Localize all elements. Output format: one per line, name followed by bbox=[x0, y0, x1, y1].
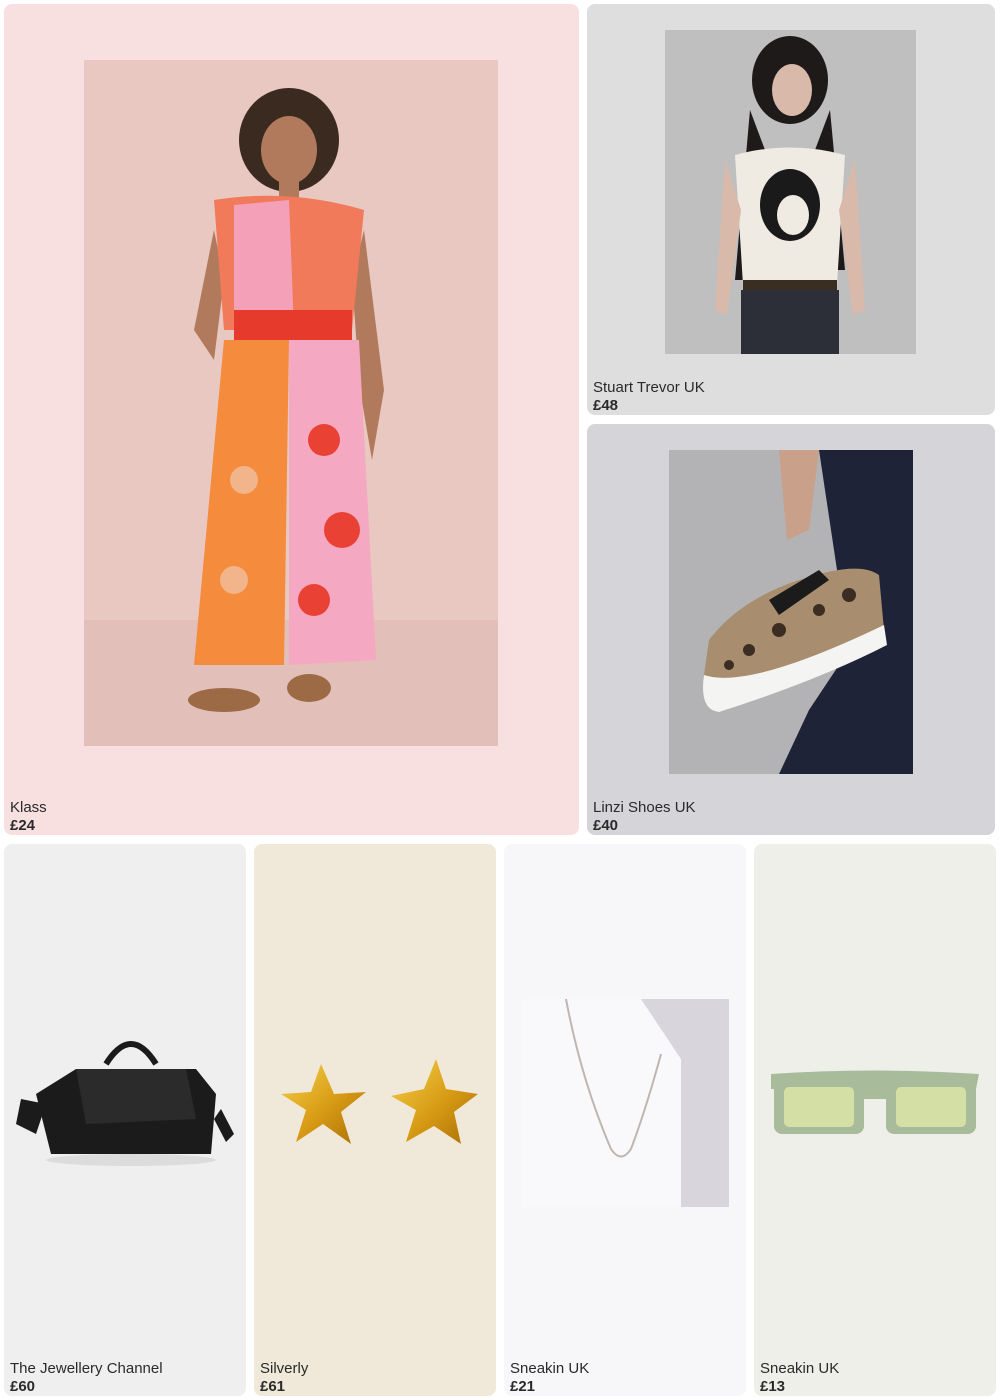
black-handbag-photo[interactable] bbox=[16, 1024, 234, 1184]
gold-star-earrings-photo[interactable] bbox=[266, 1044, 484, 1164]
product-price: £60 bbox=[10, 1378, 36, 1395]
green-sunglasses-photo[interactable] bbox=[766, 1049, 984, 1149]
product-brand: The Jewellery Channel bbox=[10, 1360, 163, 1377]
patterned-jumpsuit-photo[interactable] bbox=[84, 60, 498, 746]
product-brand: Sneakin UK bbox=[510, 1360, 590, 1377]
product-brand: Klass bbox=[10, 799, 47, 816]
product-card-jewellery-channel[interactable]: The Jewellery Channel £60 bbox=[4, 844, 246, 1396]
product-card-klass[interactable]: Klass £24 bbox=[4, 4, 579, 835]
product-brand: Sneakin UK bbox=[760, 1360, 840, 1377]
product-price: £48 bbox=[593, 397, 619, 414]
product-brand: Stuart Trevor UK bbox=[593, 379, 705, 396]
product-price: £24 bbox=[10, 817, 36, 834]
product-price: £61 bbox=[260, 1378, 286, 1395]
product-price: £21 bbox=[510, 1378, 536, 1395]
leopard-sneakers-photo[interactable] bbox=[669, 450, 913, 774]
product-price: £40 bbox=[593, 817, 619, 834]
product-card-silverly[interactable]: Silverly £61 bbox=[254, 844, 496, 1396]
silver-chain-necklace-photo[interactable] bbox=[521, 999, 729, 1207]
graphic-tshirt-photo[interactable] bbox=[665, 30, 916, 354]
product-card-sneakin-sunglasses[interactable]: Sneakin UK £13 bbox=[754, 844, 996, 1396]
product-brand: Silverly bbox=[260, 1360, 309, 1377]
product-card-stuart-trevor[interactable]: Stuart Trevor UK £48 bbox=[587, 4, 995, 415]
product-price: £13 bbox=[760, 1378, 786, 1395]
product-card-sneakin-necklace[interactable]: Sneakin UK £21 bbox=[504, 844, 746, 1396]
product-card-linzi-shoes[interactable]: Linzi Shoes UK £40 bbox=[587, 424, 995, 835]
product-brand: Linzi Shoes UK bbox=[593, 799, 696, 816]
